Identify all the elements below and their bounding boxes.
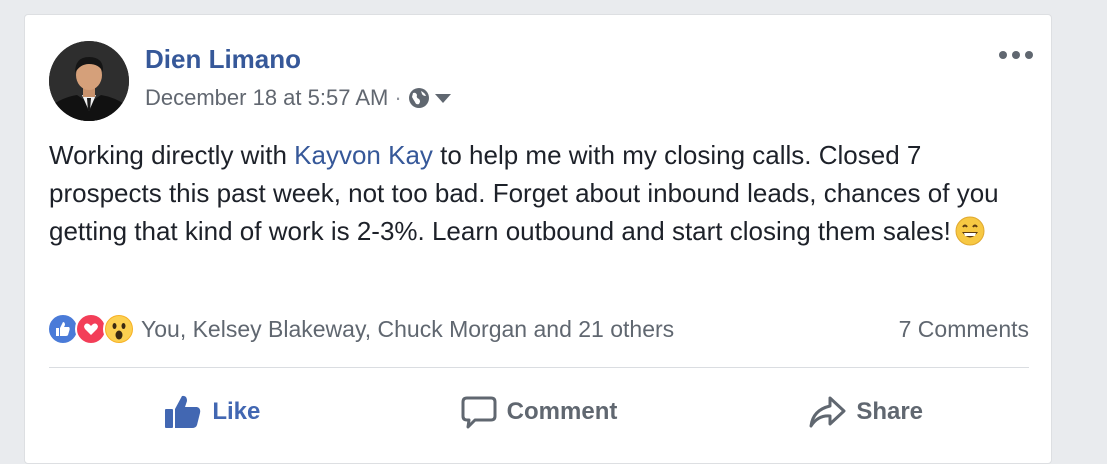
- more-options-button[interactable]: [999, 45, 1033, 65]
- author-name[interactable]: Dien Limano: [145, 44, 301, 75]
- share-label: Share: [856, 398, 924, 425]
- comments-count[interactable]: 7 Comments: [899, 316, 1029, 343]
- globe-icon: [408, 88, 429, 108]
- more-dot-icon: [1012, 51, 1020, 59]
- thumbs-up-icon: [165, 395, 201, 428]
- avatar-photo: [49, 41, 129, 121]
- post-body: Working directly with Kayvon Kay to help…: [49, 136, 1029, 256]
- post-card: Dien Limano December 18 at 5:57 AM · Wor…: [24, 14, 1052, 464]
- author-avatar[interactable]: [49, 41, 129, 121]
- meta-separator: ·: [394, 85, 402, 110]
- post-text-start: Working directly with: [49, 140, 295, 170]
- wow-reaction-icon: [103, 313, 135, 345]
- actions-divider: [49, 367, 1029, 368]
- post-actions: Like Comment Share: [49, 387, 1029, 437]
- more-dot-icon: [999, 51, 1007, 59]
- share-arrow-icon: [809, 396, 846, 428]
- post-meta: December 18 at 5:57 AM ·: [145, 85, 452, 111]
- reaction-icons[interactable]: [47, 313, 135, 345]
- share-button[interactable]: Share: [702, 387, 1029, 437]
- like-label: Like: [212, 398, 261, 425]
- comment-bubble-icon: [461, 396, 497, 429]
- like-button[interactable]: Like: [49, 387, 376, 437]
- mention-link[interactable]: Kayvon Kay: [294, 140, 433, 170]
- comment-label: Comment: [506, 398, 618, 425]
- caret-down-icon: [434, 94, 451, 103]
- comment-button[interactable]: Comment: [376, 387, 703, 437]
- post-timestamp[interactable]: December 18 at 5:57 AM: [145, 85, 388, 111]
- more-dot-icon: [1025, 51, 1033, 59]
- reactions-bar: You, Kelsey Blakeway, Chuck Morgan and 2…: [47, 311, 1029, 347]
- grinning-face-emoji-icon: [955, 216, 985, 256]
- reactors-summary[interactable]: You, Kelsey Blakeway, Chuck Morgan and 2…: [141, 316, 674, 343]
- privacy-selector[interactable]: [408, 87, 452, 109]
